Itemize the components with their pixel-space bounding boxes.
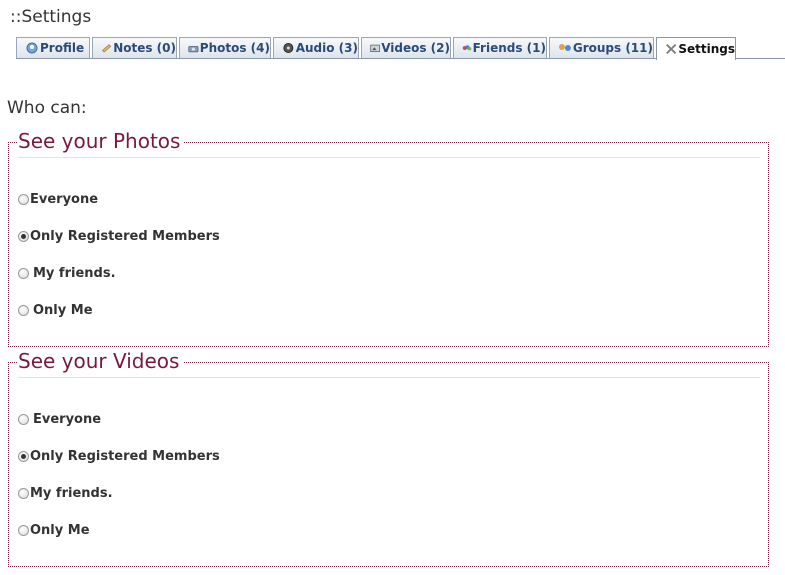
tab-settings[interactable]: Settings xyxy=(656,37,736,60)
tab-groups[interactable]: Groups (11) xyxy=(549,37,654,58)
videos-radio-only-me[interactable] xyxy=(18,525,29,536)
photos-option-only-me-label: Only Me xyxy=(33,303,93,318)
tab-settings-label: Settings xyxy=(678,42,735,56)
videos-option-friends-label: My friends. xyxy=(30,486,113,501)
videos-option-everyone[interactable]: Everyone xyxy=(18,412,101,427)
tab-friends[interactable]: Friends (1) xyxy=(453,37,547,58)
friends-icon xyxy=(462,45,472,51)
page-title: ::Settings xyxy=(10,7,92,27)
videos-icon xyxy=(370,44,380,53)
photos-radio-only-me[interactable] xyxy=(18,305,29,316)
photos-privacy-group: See your Photos Everyone Only Registered… xyxy=(8,129,769,347)
videos-option-everyone-label: Everyone xyxy=(33,412,102,427)
tab-profile-label: Profile xyxy=(40,41,85,55)
photos-radio-registered[interactable] xyxy=(18,231,29,242)
videos-radio-registered[interactable] xyxy=(18,451,29,462)
photos-option-only-me[interactable]: Only Me xyxy=(18,303,93,318)
profile-tabs: Profile Notes (0) Photos (4) Audio (3) V… xyxy=(16,37,785,60)
tab-friends-label: Friends (1) xyxy=(472,41,546,55)
tab-audio-label: Audio (3) xyxy=(295,41,358,55)
tab-audio[interactable]: Audio (3) xyxy=(273,37,359,58)
notes-icon xyxy=(102,44,112,53)
photos-option-friends[interactable]: My friends. xyxy=(18,266,116,281)
photos-option-registered[interactable]: Only Registered Members xyxy=(18,229,220,244)
photos-legend-rule xyxy=(18,157,760,158)
profile-icon xyxy=(26,42,38,54)
who-can-heading: Who can: xyxy=(7,98,87,118)
groups-icon xyxy=(558,44,571,51)
photos-radio-everyone[interactable] xyxy=(18,194,29,205)
videos-radio-everyone[interactable] xyxy=(18,414,29,425)
tab-notes[interactable]: Notes (0) xyxy=(92,37,177,58)
tab-videos-label: Videos (2) xyxy=(381,41,450,55)
videos-radio-friends[interactable] xyxy=(18,488,29,499)
videos-privacy-group: See your Videos Everyone Only Registered… xyxy=(8,349,769,567)
tab-groups-label: Groups (11) xyxy=(572,41,653,55)
photos-option-registered-label: Only Registered Members xyxy=(30,229,220,244)
photos-icon xyxy=(188,46,199,53)
videos-legend-rule xyxy=(18,377,760,378)
photos-option-friends-label: My friends. xyxy=(33,266,116,281)
audio-icon xyxy=(283,43,294,53)
videos-option-friends[interactable]: My friends. xyxy=(18,486,113,501)
videos-option-registered[interactable]: Only Registered Members xyxy=(18,449,220,464)
settings-icon xyxy=(666,43,677,55)
videos-option-registered-label: Only Registered Members xyxy=(30,449,220,464)
tab-videos[interactable]: Videos (2) xyxy=(361,37,451,58)
tab-profile[interactable]: Profile xyxy=(16,37,90,58)
tab-notes-label: Notes (0) xyxy=(113,41,176,55)
tab-photos[interactable]: Photos (4) xyxy=(179,37,271,58)
videos-option-only-me-label: Only Me xyxy=(30,523,90,538)
photos-group-legend: See your Photos xyxy=(18,129,185,153)
photos-radio-friends[interactable] xyxy=(18,268,29,279)
videos-option-only-me[interactable]: Only Me xyxy=(18,523,90,538)
photos-option-everyone[interactable]: Everyone xyxy=(18,192,98,207)
videos-group-legend: See your Videos xyxy=(18,349,184,373)
photos-option-everyone-label: Everyone xyxy=(30,192,99,207)
tab-photos-label: Photos (4) xyxy=(199,41,270,55)
